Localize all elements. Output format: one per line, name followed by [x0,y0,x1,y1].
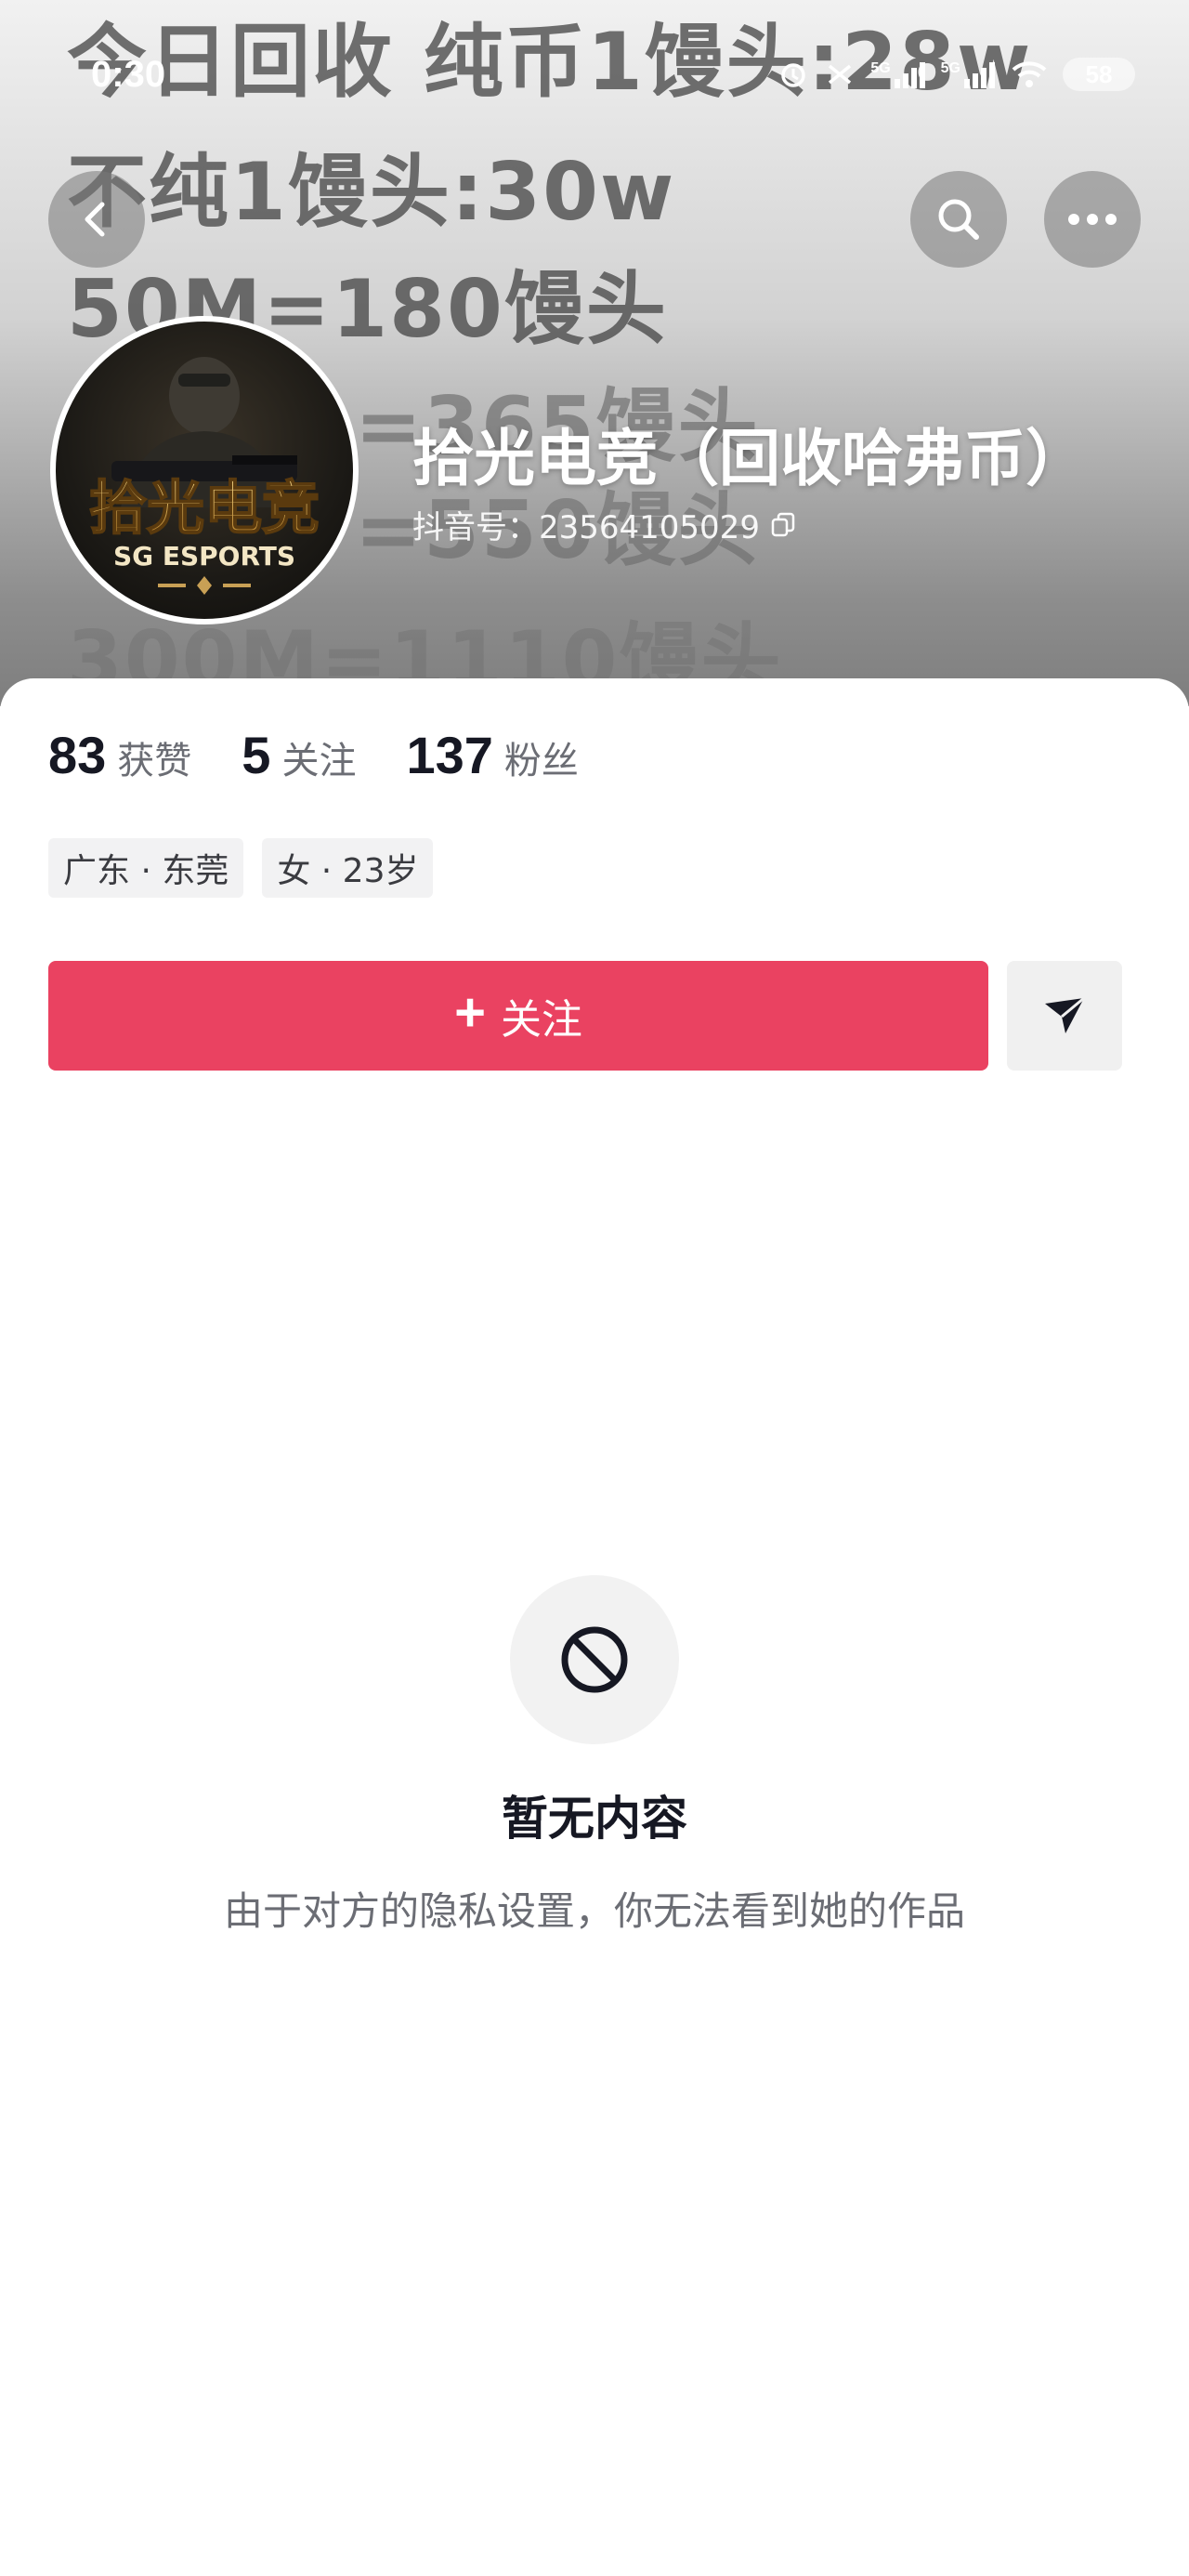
stat-following[interactable]: 5 关注 [242,725,356,785]
follow-button[interactable]: + 关注 [48,961,988,1071]
send-icon [1045,996,1085,1033]
stat-likes[interactable]: 83 获赞 [48,725,191,785]
network-label: 5G [870,60,891,76]
follow-label: 关注 [500,997,582,1043]
profile-name: 拾光电竞（回收哈弗币） [412,423,1087,494]
send-message-button[interactable] [1007,961,1122,1071]
status-bar: 0:30 5G 5G 58 [0,0,1189,95]
status-icons: 5G 5G 58 [777,58,1135,91]
alarm-icon [781,63,806,87]
gender-age-tag: 女 · 23岁 [262,838,434,898]
stat-value: 137 [406,726,493,784]
stat-label: 关注 [281,740,357,782]
back-button[interactable] [48,171,145,268]
stat-label: 获赞 [117,740,192,782]
battery-indicator: 58 [1063,58,1135,91]
search-button[interactable] [910,171,1007,268]
sg-esports-logo: 拾光电竞 SG ESPORTS [88,357,320,595]
network-label: 5G [940,60,960,76]
wifi-icon [1012,61,1047,87]
chevron-left-icon [85,202,105,237]
signal-1: 5G [870,60,925,88]
forbidden-icon [561,1626,628,1693]
stat-label: 粉丝 [503,740,579,782]
stat-value: 83 [48,726,107,784]
cell-signal-icon [964,62,995,88]
profile-content-sheet: 83 获赞 5 关注 137 粉丝 广东 · 东莞 女 · 23岁 + 关注 暂… [0,678,1189,2576]
empty-state: 暂无内容 由于对方的隐私设置，你无法看到她的作品 [0,1575,1189,1937]
douyin-id-row[interactable]: 抖音号：23564105029 [412,502,797,547]
location-tag: 广东 · 东莞 [48,838,244,898]
profile-tags: 广东 · 东莞 女 · 23岁 [48,838,434,898]
plus-icon: + [454,982,486,1043]
stat-followers[interactable]: 137 粉丝 [406,725,578,785]
stat-value: 5 [242,726,271,784]
empty-state-icon-wrap [510,1575,679,1744]
more-button[interactable] [1044,171,1141,268]
status-time: 0:30 [91,54,166,95]
stats-row: 83 获赞 5 关注 137 粉丝 [48,725,629,785]
empty-state-title: 暂无内容 [502,1792,687,1846]
more-horizontal-icon [1068,214,1117,225]
douyin-id: 抖音号：23564105029 [412,509,760,546]
signal-2: 5G [941,60,996,88]
empty-state-subtitle: 由于对方的隐私设置，你无法看到她的作品 [223,1888,965,1934]
logo-subtitle: SG ESPORTS [113,541,295,572]
cover-text-line: 不纯1馒头:30w [67,146,676,239]
bluetooth-mute-icon [829,64,852,85]
cell-signal-icon [894,62,925,88]
copy-icon[interactable] [769,511,797,539]
avatar[interactable]: 拾光电竞 SG ESPORTS [50,316,359,624]
logo-title: 拾光电竞 [89,474,320,542]
search-icon [938,199,979,240]
